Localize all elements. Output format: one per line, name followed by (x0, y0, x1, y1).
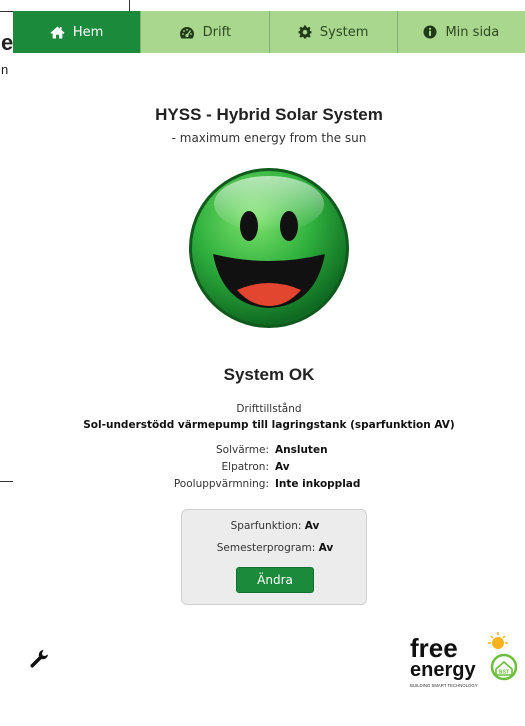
page-title: HYSS - Hybrid Solar System (155, 105, 383, 124)
saving-value: Av (304, 520, 320, 532)
detail-value: Inte inkopplad (275, 478, 361, 490)
dashboard-icon (179, 26, 194, 38)
tab-label: Min sida (445, 24, 500, 40)
main-nav: Hem Drift System Min sida (13, 11, 525, 53)
smiley-status-icon (189, 168, 349, 328)
detail-key: Pooluppvärmning: (173, 478, 269, 490)
saving-setting: Sparfunktion: Av (182, 520, 368, 532)
main-content: HYSS - Hybrid Solar System - maximum ene… (13, 53, 525, 726)
background-border (0, 481, 13, 482)
tab-label: System (319, 24, 369, 40)
tab-min-sida[interactable]: Min sida (396, 11, 525, 53)
background-border (0, 11, 13, 12)
detail-key: Elpatron: (221, 461, 269, 473)
saving-label: Sparfunktion: (230, 520, 302, 532)
settings-panel: Sparfunktion: Av Semesterprogram: Av Änd… (181, 509, 367, 605)
mode-value: Sol-understödd värmepump till lagringsta… (83, 419, 455, 431)
system-status: System OK (223, 365, 315, 384)
background-border (129, 0, 130, 11)
logo-badge-text: BST (499, 670, 509, 676)
tab-label: Hem (72, 24, 104, 40)
vacation-value: Av (318, 542, 334, 554)
free-energy-logo: free energy BST BUILDING SMART TECHNOLOG… (410, 632, 518, 688)
home-icon (50, 26, 65, 38)
gear-icon (298, 25, 312, 39)
logo-word-energy: energy (410, 659, 476, 681)
tab-label: Drift (202, 24, 232, 40)
background-text-fragment: n (1, 62, 9, 77)
tab-drift[interactable]: Drift (140, 11, 269, 53)
tab-hem[interactable]: Hem (13, 11, 141, 53)
info-icon (423, 25, 437, 39)
change-button[interactable]: Ändra (236, 567, 314, 593)
detail-value: Av (275, 461, 290, 473)
vacation-label: Semesterprogram: (216, 542, 316, 554)
detail-value: Ansluten (275, 444, 328, 456)
wrench-icon[interactable] (29, 649, 49, 669)
vacation-setting: Semesterprogram: Av (182, 542, 368, 554)
sun-icon (488, 632, 508, 649)
detail-key: Solvärme: (215, 444, 269, 456)
mode-label: Drifttillstånd (236, 403, 302, 415)
tab-system[interactable]: System (268, 11, 397, 53)
logo-tagline: BUILDING SMART TECHNOLOGY (410, 683, 478, 688)
page-subtitle: - maximum energy from the sun (171, 131, 367, 145)
background-text-fragment: e (1, 30, 14, 55)
